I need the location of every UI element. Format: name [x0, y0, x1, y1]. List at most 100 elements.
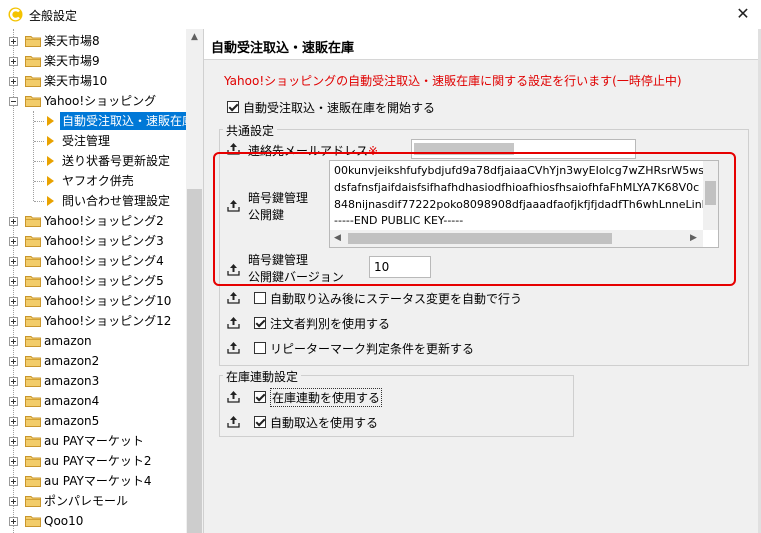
inventory-sync-checkbox[interactable]	[254, 391, 266, 403]
tree-connector-line	[34, 121, 44, 122]
upload-icon[interactable]	[227, 316, 240, 329]
repeater-mark-label: リピーターマーク判定条件を更新する	[270, 342, 475, 356]
inventory-sync-label: 在庫連動を使用する	[270, 388, 383, 407]
scroll-up-icon[interactable]: ▲	[186, 29, 203, 46]
auto-import-label: 自動取込を使用する	[270, 416, 379, 430]
orderer-identification-label: 注文者判別を使用する	[270, 317, 391, 331]
tree-item[interactable]: Yahoo!ショッピング3	[0, 231, 186, 251]
folder-icon	[25, 95, 41, 107]
tree-item-label: 受注管理	[62, 134, 111, 148]
expand-icon[interactable]	[9, 57, 18, 66]
expand-icon[interactable]	[9, 277, 18, 286]
tree-item[interactable]: 楽天市場8	[0, 31, 186, 51]
tree-item[interactable]: au PAYマーケット4	[0, 471, 186, 491]
folder-icon	[25, 395, 41, 407]
orderer-identification-checkbox[interactable]	[254, 317, 266, 329]
tree-item[interactable]: 楽天市場10	[0, 71, 186, 91]
tree-item[interactable]: Yahoo!ショッピング4	[0, 251, 186, 271]
tree-item[interactable]: Yahoo!ショッピング2	[0, 211, 186, 231]
tree-item[interactable]: 問い合わせ管理設定	[0, 191, 186, 211]
folder-icon	[25, 55, 41, 67]
folder-icon	[25, 415, 41, 427]
tree-item[interactable]: Yahoo!ショッピング12	[0, 311, 186, 331]
expand-icon[interactable]	[9, 377, 18, 386]
tree-item-label: Yahoo!ショッピング12	[44, 314, 172, 328]
expand-icon[interactable]	[9, 237, 18, 246]
expand-icon[interactable]	[9, 37, 18, 46]
auto-status-change-checkbox[interactable]	[254, 292, 266, 304]
expand-icon[interactable]	[9, 77, 18, 86]
repeater-mark-checkbox[interactable]	[254, 342, 266, 354]
inventory-settings-title: 在庫連動設定	[223, 368, 302, 385]
tree-item-label: 問い合わせ管理設定	[62, 194, 171, 208]
tree-item[interactable]: amazon2	[0, 351, 186, 371]
enable-auto-import-checkbox[interactable]	[227, 101, 239, 113]
tree-item-label: Yahoo!ショッピング3	[44, 234, 164, 248]
expand-icon[interactable]	[9, 457, 18, 466]
expand-icon[interactable]	[9, 417, 18, 426]
tree-connector-line	[34, 141, 44, 142]
expand-icon[interactable]	[9, 497, 18, 506]
tree-item[interactable]: Qoo10	[0, 511, 186, 531]
folder-icon	[25, 35, 41, 47]
tree-item[interactable]: Yahoo!ショッピング	[0, 91, 186, 111]
play-arrow-icon	[47, 176, 54, 186]
tree-item-label: ポンパレモール	[44, 494, 129, 508]
tree-item[interactable]: au PAYマーケット2	[0, 451, 186, 471]
expand-icon[interactable]	[9, 297, 18, 306]
expand-icon[interactable]	[9, 317, 18, 326]
expand-icon[interactable]	[9, 477, 18, 486]
tree-item[interactable]: ヤフオク併売	[0, 171, 186, 191]
tree-item-label: amazon2	[44, 354, 100, 368]
expand-icon[interactable]	[9, 437, 18, 446]
expand-icon[interactable]	[9, 217, 18, 226]
window-title: 全般設定	[29, 9, 78, 23]
folder-icon	[25, 235, 41, 247]
tree-scroll-thumb[interactable]	[187, 189, 202, 533]
folder-icon	[25, 515, 41, 527]
tree-item-label: au PAYマーケット4	[44, 474, 152, 488]
folder-icon	[25, 495, 41, 507]
tree-item[interactable]: Yahoo!ショッピング5	[0, 271, 186, 291]
upload-icon[interactable]	[227, 415, 240, 428]
tree-item-label: Yahoo!ショッピング10	[44, 294, 172, 308]
tree-item[interactable]: au PAYマーケット	[0, 431, 186, 451]
expand-icon[interactable]	[9, 517, 18, 526]
tree-item[interactable]: amazon	[0, 331, 186, 351]
settings-tree: 楽天市場8 楽天市場9 楽天市場10 Yahoo!ショッピング 自動受注取込・速販在庫受…	[0, 29, 186, 533]
tree-item[interactable]: 楽天市場9	[0, 51, 186, 71]
tree-item-label: Qoo10	[44, 514, 84, 528]
expand-icon[interactable]	[9, 337, 18, 346]
folder-icon	[25, 435, 41, 447]
highlight-annotation	[213, 152, 736, 286]
folder-icon	[25, 295, 41, 307]
tree-connector-line	[34, 201, 44, 202]
upload-icon[interactable]	[227, 390, 240, 403]
upload-icon[interactable]	[227, 341, 240, 354]
expand-icon[interactable]	[9, 397, 18, 406]
tree-item-label: amazon	[44, 334, 92, 348]
tree-item-label: 楽天市場8	[44, 34, 100, 48]
folder-icon	[25, 355, 41, 367]
tree-scrollbar[interactable]: ▲	[186, 29, 203, 533]
tree-item[interactable]: 送り状番号更新設定	[0, 151, 186, 171]
common-settings-title: 共通設定	[223, 122, 278, 139]
tree-item[interactable]: Yahoo!ショッピング10	[0, 291, 186, 311]
tree-item[interactable]: ポンパレモール	[0, 491, 186, 511]
tree-item-label: 楽天市場9	[44, 54, 100, 68]
tree-item-label: amazon4	[44, 394, 100, 408]
tree-item-label: amazon5	[44, 414, 100, 428]
tree-item[interactable]: amazon3	[0, 371, 186, 391]
tree-item[interactable]: amazon5	[0, 411, 186, 431]
tree-item[interactable]: 自動受注取込・速販在庫	[0, 111, 186, 131]
tree-item[interactable]: 受注管理	[0, 131, 186, 151]
tree-item-label: ヤフオク併売	[62, 174, 134, 188]
auto-import-checkbox[interactable]	[254, 416, 266, 428]
collapse-icon[interactable]	[9, 97, 18, 106]
expand-icon[interactable]	[9, 257, 18, 266]
close-icon[interactable]: ✕	[730, 2, 756, 26]
play-arrow-icon	[47, 116, 54, 126]
upload-icon[interactable]	[227, 291, 240, 304]
expand-icon[interactable]	[9, 357, 18, 366]
tree-item[interactable]: amazon4	[0, 391, 186, 411]
